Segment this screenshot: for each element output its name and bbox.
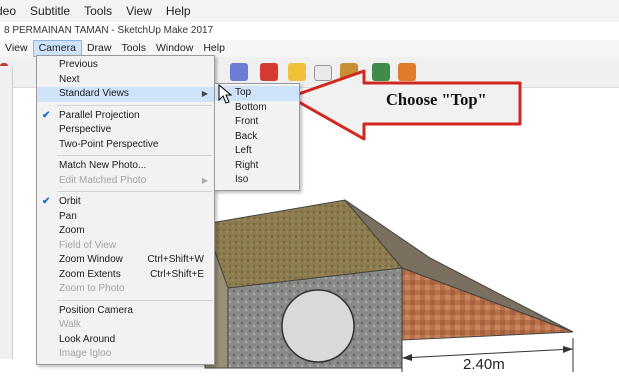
menu-item-field-of-view: Field of View bbox=[59, 239, 117, 251]
menu-item-zoom-extents[interactable]: Zoom Extents Ctrl+Shift+E bbox=[37, 268, 214, 283]
menu-item-standard-views[interactable]: Standard Views ▶ bbox=[37, 87, 214, 102]
menu-item-left[interactable]: Left bbox=[215, 144, 299, 159]
menu-item-previous[interactable]: Previous bbox=[37, 58, 214, 73]
dimension-label: 2.40m bbox=[463, 356, 505, 373]
ramp-side-face bbox=[401, 267, 574, 341]
chevron-right-icon: ▶ bbox=[201, 175, 208, 185]
menu-item-look-around[interactable]: Look Around bbox=[37, 333, 214, 348]
menu-separator bbox=[57, 191, 212, 192]
menu-separator bbox=[57, 155, 212, 156]
mouse-cursor-icon bbox=[218, 84, 232, 104]
menu-item-back[interactable]: Back bbox=[215, 130, 299, 145]
menu-item-front[interactable]: Front bbox=[215, 115, 299, 130]
check-icon: ✔ bbox=[42, 196, 51, 207]
menu-separator bbox=[57, 299, 212, 301]
menu-item-zoom-to-photo: Zoom to Photo bbox=[59, 283, 125, 294]
menu-item-right[interactable]: Right bbox=[215, 159, 299, 174]
menu-item-parallel-projection[interactable]: ✔ Parallel Projection bbox=[37, 109, 214, 124]
menu-item-pan[interactable]: Pan bbox=[37, 210, 214, 225]
menu-item-perspective[interactable]: Perspective bbox=[37, 123, 214, 138]
screen: deo Subtitle Tools View Help 8 PERMAINAN… bbox=[0, 0, 619, 381]
menu-separator bbox=[57, 104, 212, 106]
callout-text: Choose "Top" bbox=[386, 90, 487, 109]
menu-item-image-igloo: Image Igloo bbox=[59, 348, 112, 359]
tunnel-opening bbox=[281, 289, 355, 363]
camera-menu: Previous Next Standard Views ▶ ✔ Parallel … bbox=[36, 55, 215, 365]
menu-item-two-point-perspective[interactable]: Two-Point Perspective bbox=[37, 138, 214, 153]
menu-item-orbit[interactable]: ✔ Orbit bbox=[37, 195, 214, 210]
menu-item-match-new-photo[interactable]: Match New Photo... bbox=[37, 159, 214, 174]
menu-item-position-camera[interactable]: Position Camera bbox=[37, 304, 214, 319]
menu-item-next[interactable]: Next bbox=[37, 73, 214, 88]
menu-item-zoom[interactable]: Zoom bbox=[37, 224, 214, 239]
check-icon: ✔ bbox=[42, 109, 51, 121]
menu-item-iso[interactable]: Iso bbox=[215, 173, 299, 188]
menu-item-walk: Walk bbox=[59, 319, 81, 330]
chevron-right-icon: ▶ bbox=[201, 89, 208, 98]
menu-item-zoom-window[interactable]: Zoom Window Ctrl+Shift+W bbox=[37, 253, 214, 268]
menu-item-edit-matched-photo: Edit Matched Photo ▶ bbox=[37, 174, 214, 189]
